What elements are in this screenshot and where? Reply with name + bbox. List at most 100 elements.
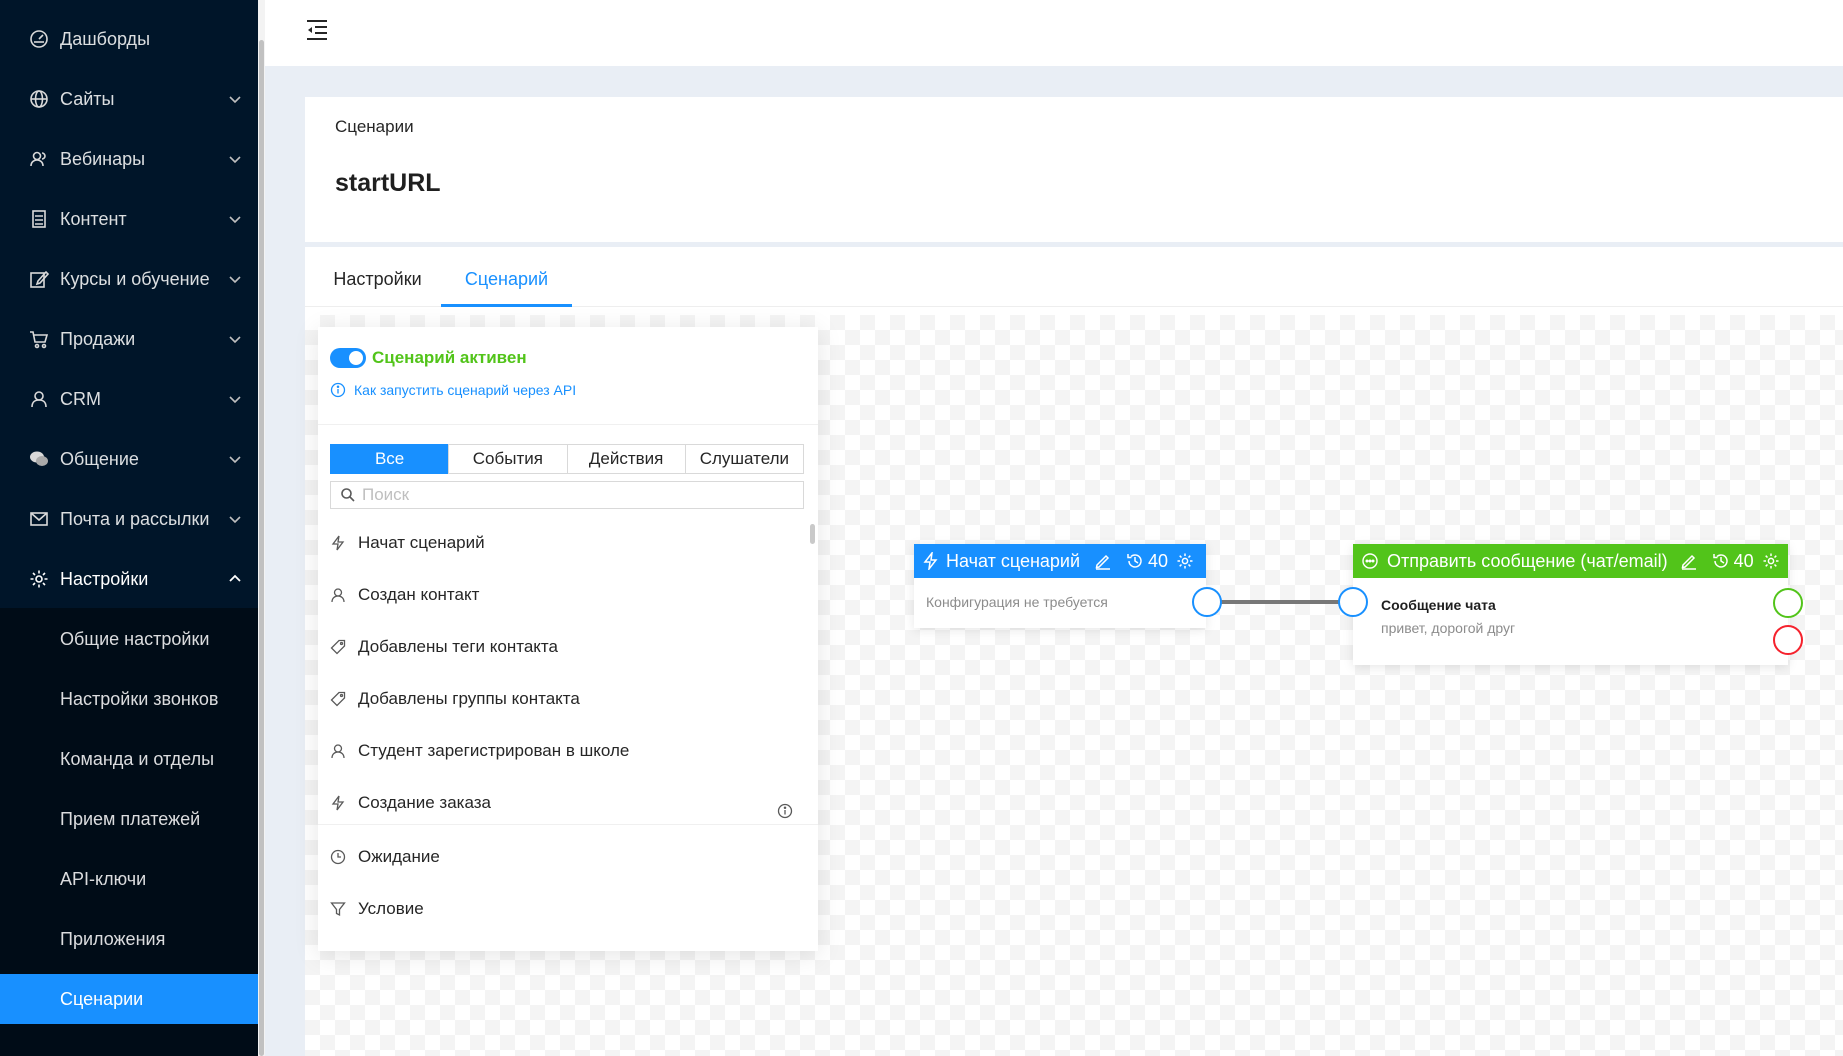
sidebar-subitem-apps[interactable]: Приложения — [0, 914, 258, 964]
history-icon[interactable] — [1712, 552, 1730, 570]
tab-bar: Настройки Сценарий — [305, 247, 1843, 307]
gear-icon[interactable] — [1176, 552, 1194, 570]
gear-icon[interactable] — [1762, 552, 1780, 570]
api-help-link[interactable]: Как запустить сценарий через API — [330, 382, 576, 398]
sidebar-item-label: Продажи — [60, 329, 136, 349]
node-header[interactable]: Отправить сообщение (чат/email) 40 — [1353, 544, 1788, 578]
sidebar-item-label: Настройки — [60, 569, 149, 589]
info-icon[interactable] — [777, 803, 793, 819]
sidebar-item-label: Почта и рассылки — [60, 509, 210, 529]
node-title: Начат сценарий — [946, 550, 1081, 571]
sidebar-item-label: Курсы и обучение — [60, 269, 210, 289]
list-item[interactable]: Условие — [330, 883, 800, 935]
chat-icon — [30, 451, 48, 466]
sidebar-subitem-scenarios[interactable]: Сценарии — [0, 974, 258, 1024]
breadcrumb[interactable]: Сценарии — [335, 117, 414, 137]
node-run-count: 40 — [1733, 550, 1754, 571]
dashboard-icon — [30, 30, 48, 48]
list-item[interactable]: Добавлены теги контакта — [330, 621, 800, 673]
list-item[interactable]: Создание заказа — [330, 777, 800, 813]
node-send-message[interactable]: Отправить сообщение (чат/email) 40 Сообщ… — [1353, 544, 1788, 665]
bolt-icon — [331, 795, 345, 811]
edit-icon — [30, 270, 49, 288]
filter-events-button[interactable]: События — [448, 444, 568, 474]
sidebar-item-dashboards[interactable]: Дашборды — [0, 9, 258, 69]
filter-actions-button[interactable]: Действия — [566, 444, 686, 474]
node-success-port[interactable] — [1773, 588, 1803, 618]
list-item-label: Начат сценарий — [358, 533, 485, 552]
node-header[interactable]: Начат сценарий 40 — [914, 544, 1206, 578]
chevron-down-icon — [229, 336, 241, 344]
list-item[interactable]: Создан контакт — [330, 569, 800, 621]
sidebar-subitem-label: Сценарии — [60, 989, 144, 1009]
history-icon[interactable] — [1126, 552, 1144, 570]
cart-icon — [30, 331, 49, 349]
tab-settings[interactable]: Настройки — [330, 247, 425, 307]
sidebar-subitem-label: Прием платежей — [60, 809, 201, 829]
edit-icon[interactable] — [1680, 552, 1698, 570]
divider — [318, 424, 818, 425]
list-item[interactable]: Начат сценарий — [330, 517, 800, 569]
user-icon — [31, 391, 47, 408]
sidebar-subitem-label: Команда и отделы — [60, 749, 215, 769]
message-icon — [1362, 553, 1378, 569]
sidebar-item-label: Общение — [60, 449, 139, 469]
divider — [318, 824, 818, 825]
filter-listeners-button[interactable]: Слушатели — [684, 444, 804, 474]
sidebar-item-sites[interactable]: Сайты — [0, 69, 258, 129]
sidebar-subitem-label: API-ключи — [60, 869, 147, 889]
user-icon — [331, 588, 345, 603]
sidebar-item-sales[interactable]: Продажи — [0, 309, 258, 369]
edit-icon[interactable] — [1094, 552, 1112, 570]
menu-fold-icon[interactable] — [305, 19, 329, 41]
sidebar-item-courses[interactable]: Курсы и обучение — [0, 249, 258, 309]
scenario-active-toggle[interactable] — [330, 348, 366, 368]
scenario-active-label: Сценарий активен — [372, 348, 527, 367]
list-item[interactable]: Студент зарегистрирован в школе — [330, 725, 800, 777]
sidebar-item-crm[interactable]: CRM — [0, 369, 258, 429]
node-body-title: Сообщение чата — [1381, 597, 1496, 613]
sidebar-scrollbar[interactable] — [258, 0, 265, 1056]
sidebar-subitem-call-settings[interactable]: Настройки звонков — [0, 674, 258, 724]
sidebar: Дашборды Сайты Вебинары Контент Курсы и … — [0, 0, 265, 1056]
sidebar-item-webinars[interactable]: Вебинары — [0, 129, 258, 189]
node-input-port[interactable] — [1338, 587, 1368, 617]
sidebar-scrollbar-thumb[interactable] — [259, 40, 264, 1056]
list-item[interactable]: Ожидание — [330, 831, 800, 883]
list-item[interactable]: Добавлены группы контакта — [330, 673, 800, 725]
users-icon — [30, 151, 46, 167]
sidebar-item-label: Дашборды — [60, 29, 150, 49]
node-output-port[interactable] — [1192, 587, 1222, 617]
palette-search — [330, 481, 804, 509]
search-input[interactable] — [362, 485, 782, 505]
gear-icon — [30, 570, 48, 588]
palette-list-scrollbar[interactable] — [810, 524, 815, 544]
sidebar-item-label: Сайты — [60, 89, 115, 109]
list-item-label: Добавлены теги контакта — [358, 637, 558, 656]
block-palette: Сценарий активен Как запустить сценарий … — [318, 327, 818, 951]
node-failure-port[interactable] — [1773, 625, 1803, 655]
filter-all-button[interactable]: Все — [330, 444, 450, 474]
sidebar-item-settings[interactable]: Настройки — [0, 549, 258, 609]
sidebar-item-label: Контент — [60, 209, 127, 229]
sidebar-item-mail[interactable]: Почта и рассылки — [0, 489, 258, 549]
tab-scenario[interactable]: Сценарий — [441, 247, 572, 307]
sidebar-subitem-general-settings[interactable]: Общие настройки — [0, 614, 258, 664]
tag-icon — [330, 639, 346, 655]
api-help-link-text: Как запустить сценарий через API — [354, 382, 577, 398]
search-icon — [341, 488, 355, 502]
page-header: Сценарии startURL — [305, 97, 1843, 242]
chevron-down-icon — [229, 216, 241, 224]
sidebar-subitem-team[interactable]: Команда и отделы — [0, 734, 258, 784]
node-start-scenario[interactable]: Начат сценарий 40 Конфигурация не требуе… — [914, 544, 1206, 628]
sidebar-subitem-label: Приложения — [60, 929, 166, 949]
node-connection-line[interactable] — [1220, 600, 1352, 604]
list-item-label: Создан контакт — [358, 585, 480, 604]
list-item-label: Создание заказа — [358, 793, 491, 812]
sidebar-subitem-api-keys[interactable]: API-ключи — [0, 854, 258, 904]
node-run-count: 40 — [1148, 550, 1169, 571]
sidebar-item-communication[interactable]: Общение — [0, 429, 258, 489]
sidebar-subitem-payments[interactable]: Прием платежей — [0, 794, 258, 844]
mail-icon — [30, 512, 48, 526]
sidebar-item-content[interactable]: Контент — [0, 189, 258, 249]
